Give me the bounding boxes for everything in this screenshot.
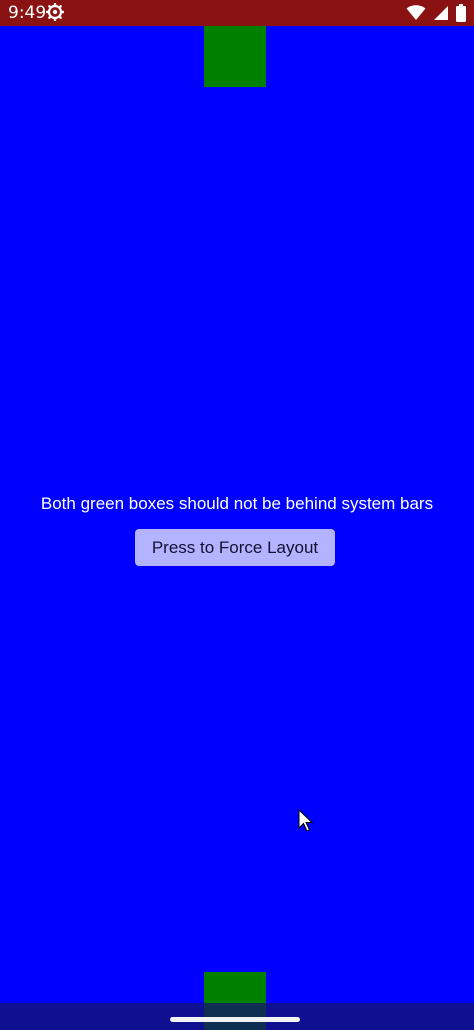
gesture-handle[interactable] xyxy=(170,1017,300,1022)
app-screen: 9:49 Both green boxes should not be behi… xyxy=(0,0,474,1030)
settings-icon xyxy=(45,2,65,22)
mouse-cursor-icon xyxy=(298,808,314,833)
top-green-box xyxy=(204,26,266,87)
signal-icon xyxy=(433,5,449,21)
instruction-text: Both green boxes should not be behind sy… xyxy=(40,494,434,513)
status-time: 9:49 xyxy=(8,3,47,23)
wifi-icon xyxy=(406,5,426,21)
battery-icon xyxy=(456,4,466,22)
status-bar: 9:49 xyxy=(0,0,474,26)
navigation-bar xyxy=(0,1003,474,1030)
force-layout-button[interactable]: Press to Force Layout xyxy=(135,529,335,566)
status-icons xyxy=(406,3,466,23)
